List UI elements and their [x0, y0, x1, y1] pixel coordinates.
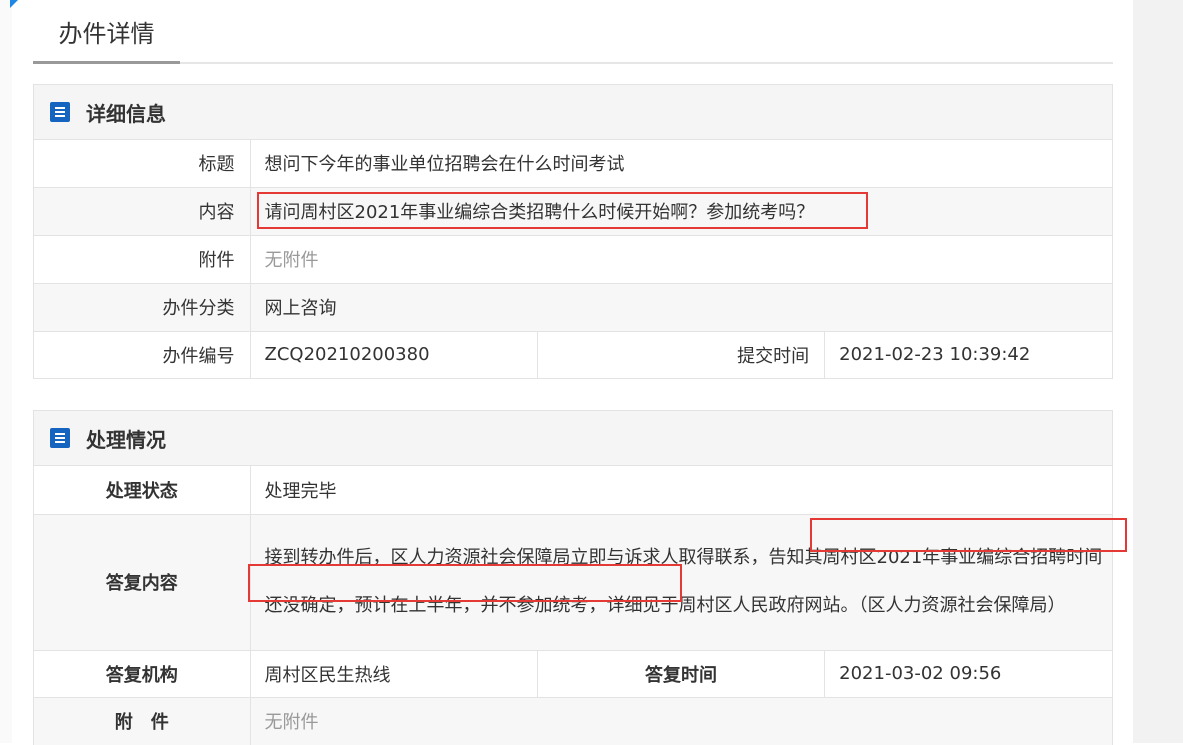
submit-time-label: 提交时间 [536, 330, 826, 378]
subject-label: 标题 [34, 140, 251, 187]
processing-table: 处理状态 处理完毕 答复内容 接到转办件后，区人力资源社会保障局立即与诉求人取得… [34, 466, 1112, 745]
highlight-box-content [257, 192, 868, 229]
reply-attachment-label: 附 件 [34, 696, 251, 745]
table-row: 标题 想问下今年的事业单位招聘会在什么时间考试 [34, 140, 1112, 187]
table-row: 办件编号 ZCQ20210200380 提交时间 2021-02-23 10:3… [34, 330, 1112, 378]
category-label: 办件分类 [34, 282, 251, 331]
table-row: 办件分类 网上咨询 [34, 282, 1112, 331]
category-value: 网上咨询 [250, 282, 1112, 331]
reply-label: 答复内容 [34, 513, 251, 650]
processing-header: 处理情况 [34, 411, 1112, 466]
highlight-box-reply-1 [810, 518, 1127, 552]
details-panel: 详细信息 标题 想问下今年的事业单位招聘会在什么时间考试 内容 请问周村区202… [33, 84, 1113, 379]
title-underline [33, 61, 180, 64]
reply-time-value: 2021-03-02 09:56 [824, 649, 1112, 697]
right-gutter [1133, 0, 1183, 743]
table-row: 附件 无附件 [34, 234, 1112, 283]
table-row: 答复机构 周村区民生热线 答复时间 2021-03-02 09:56 [34, 649, 1112, 697]
highlight-box-reply-2 [248, 564, 682, 602]
agency-value: 周村区民生热线 [250, 649, 538, 697]
submit-time-value: 2021-02-23 10:39:42 [824, 330, 1112, 378]
details-header: 详细信息 [34, 85, 1112, 140]
number-value: ZCQ20210200380 [250, 330, 538, 378]
content-label: 内容 [34, 186, 251, 235]
processing-title: 处理情况 [86, 427, 166, 452]
document-icon [50, 102, 70, 122]
agency-label: 答复机构 [34, 649, 251, 697]
subject-value: 想问下今年的事业单位招聘会在什么时间考试 [264, 154, 625, 176]
number-label: 办件编号 [34, 330, 251, 378]
status-value: 处理完毕 [264, 480, 337, 502]
table-row: 附 件 无附件 [34, 696, 1112, 745]
page-header: 办件详情 [33, 0, 1113, 64]
list-icon [50, 428, 70, 448]
table-row: 处理状态 处理完毕 [34, 466, 1112, 514]
status-label: 处理状态 [34, 466, 251, 514]
attachment-label: 附件 [34, 234, 251, 283]
left-margin [0, 0, 12, 743]
page-title: 办件详情 [58, 20, 155, 48]
corner-accent [10, 0, 18, 8]
reply-time-label: 答复时间 [536, 649, 826, 697]
details-table: 标题 想问下今年的事业单位招聘会在什么时间考试 内容 请问周村区2021年事业编… [34, 140, 1112, 378]
reply-attachment-value: 无附件 [250, 696, 1112, 745]
attachment-value: 无附件 [250, 234, 1112, 283]
details-title: 详细信息 [86, 101, 166, 126]
